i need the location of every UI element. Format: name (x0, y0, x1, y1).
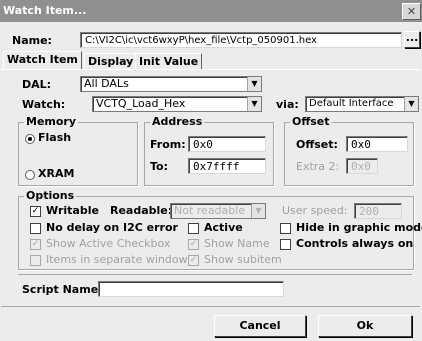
controls-always-on-checkbox[interactable] (280, 239, 291, 250)
offset-field[interactable]: 0x0 (346, 136, 408, 152)
script-name-field[interactable] (98, 281, 284, 297)
items-separate-label: Items in separate window (46, 253, 188, 266)
watch-value: VCTQ_Load_Hex (96, 97, 186, 110)
hide-graphic-checkbox[interactable] (280, 223, 291, 234)
readable-label: Readable: (110, 204, 173, 217)
offset-group-title: Offset (290, 115, 332, 128)
from-label: From: (150, 138, 186, 151)
to-label: To: (150, 160, 168, 173)
chevron-down-icon: ▼ (247, 77, 261, 91)
readable-value: Not readable (174, 204, 246, 217)
button-divider (1, 306, 420, 307)
extra2-label: Extra 2: (296, 160, 340, 173)
show-name-checkbox: ✓ (188, 239, 199, 250)
writable-label: Writable (46, 204, 99, 217)
readable-select: Not readable ▼ (170, 203, 266, 219)
watch-item-dialog: Watch Item... ✕ Name: C:\VI2C\ic\vct6wxy… (0, 0, 422, 341)
via-label: via: (276, 98, 299, 111)
items-separate-checkbox (30, 255, 41, 266)
writable-checkbox[interactable]: ✓ (30, 206, 41, 217)
options-group-title: Options (24, 189, 77, 202)
address-group-title: Address (150, 115, 205, 128)
active-label: Active (204, 221, 243, 234)
close-icon[interactable]: ✕ (402, 3, 421, 20)
user-speed-label: User speed: (282, 204, 348, 217)
flash-radio[interactable] (25, 134, 35, 144)
tab-watch-item[interactable]: Watch Item (3, 51, 82, 70)
active-checkbox[interactable] (188, 223, 199, 234)
offset-group (284, 122, 414, 186)
flash-label: Flash (38, 131, 72, 144)
memory-group (18, 122, 138, 186)
hide-graphic-label: Hide in graphic mode (296, 221, 422, 234)
user-speed-field: 200 (354, 203, 402, 219)
dal-label: DAL: (22, 78, 52, 91)
watch-label: Watch: (22, 98, 66, 111)
show-subitem-checkbox: ✓ (188, 255, 199, 266)
via-value: Default Interface (309, 98, 394, 109)
script-name-label: Script Name: (22, 283, 103, 296)
chevron-down-icon: ▼ (251, 204, 265, 218)
title-bar: Watch Item... ✕ (0, 0, 422, 22)
dialog-title: Watch Item... (3, 4, 87, 17)
via-select[interactable]: Default Interface ▼ (305, 96, 419, 112)
tab-init-value[interactable]: Init Value (135, 53, 203, 70)
watch-select[interactable]: VCTQ_Load_Hex ▼ (92, 96, 262, 112)
from-field[interactable]: 0x0 (188, 136, 266, 152)
extra2-field: 0x0 (346, 158, 378, 174)
dal-value: All DALs (84, 77, 129, 90)
tab-line (1, 69, 420, 70)
no-delay-label: No delay on I2C error (46, 221, 178, 234)
name-label: Name: (12, 34, 52, 47)
ok-button[interactable]: Ok (318, 315, 412, 337)
no-delay-checkbox[interactable] (30, 223, 41, 234)
xram-radio[interactable] (25, 170, 35, 180)
chevron-down-icon: ▼ (247, 97, 261, 111)
controls-always-on-label: Controls always on (296, 237, 414, 250)
xram-label: XRAM (38, 167, 75, 180)
address-group (144, 122, 274, 186)
offset-label: Offset: (296, 138, 338, 151)
tab-display[interactable]: Display (84, 53, 138, 70)
browse-button[interactable]: ... (404, 31, 420, 48)
show-active-label: Show Active Checkbox (46, 237, 171, 250)
chevron-down-icon: ▼ (404, 97, 418, 111)
divider (18, 274, 412, 275)
show-subitem-label: Show subitem (204, 253, 282, 266)
show-active-checkbox: ✓ (30, 239, 41, 250)
to-field[interactable]: 0x7ffff (188, 158, 266, 174)
show-name-label: Show Name (204, 237, 270, 250)
dal-select[interactable]: All DALs ▼ (80, 76, 262, 92)
name-field[interactable]: C:\VI2C\ic\vct6wxyP\hex_file\Vctp_050901… (80, 32, 402, 48)
memory-group-title: Memory (24, 115, 79, 128)
cancel-button[interactable]: Cancel (214, 315, 306, 337)
